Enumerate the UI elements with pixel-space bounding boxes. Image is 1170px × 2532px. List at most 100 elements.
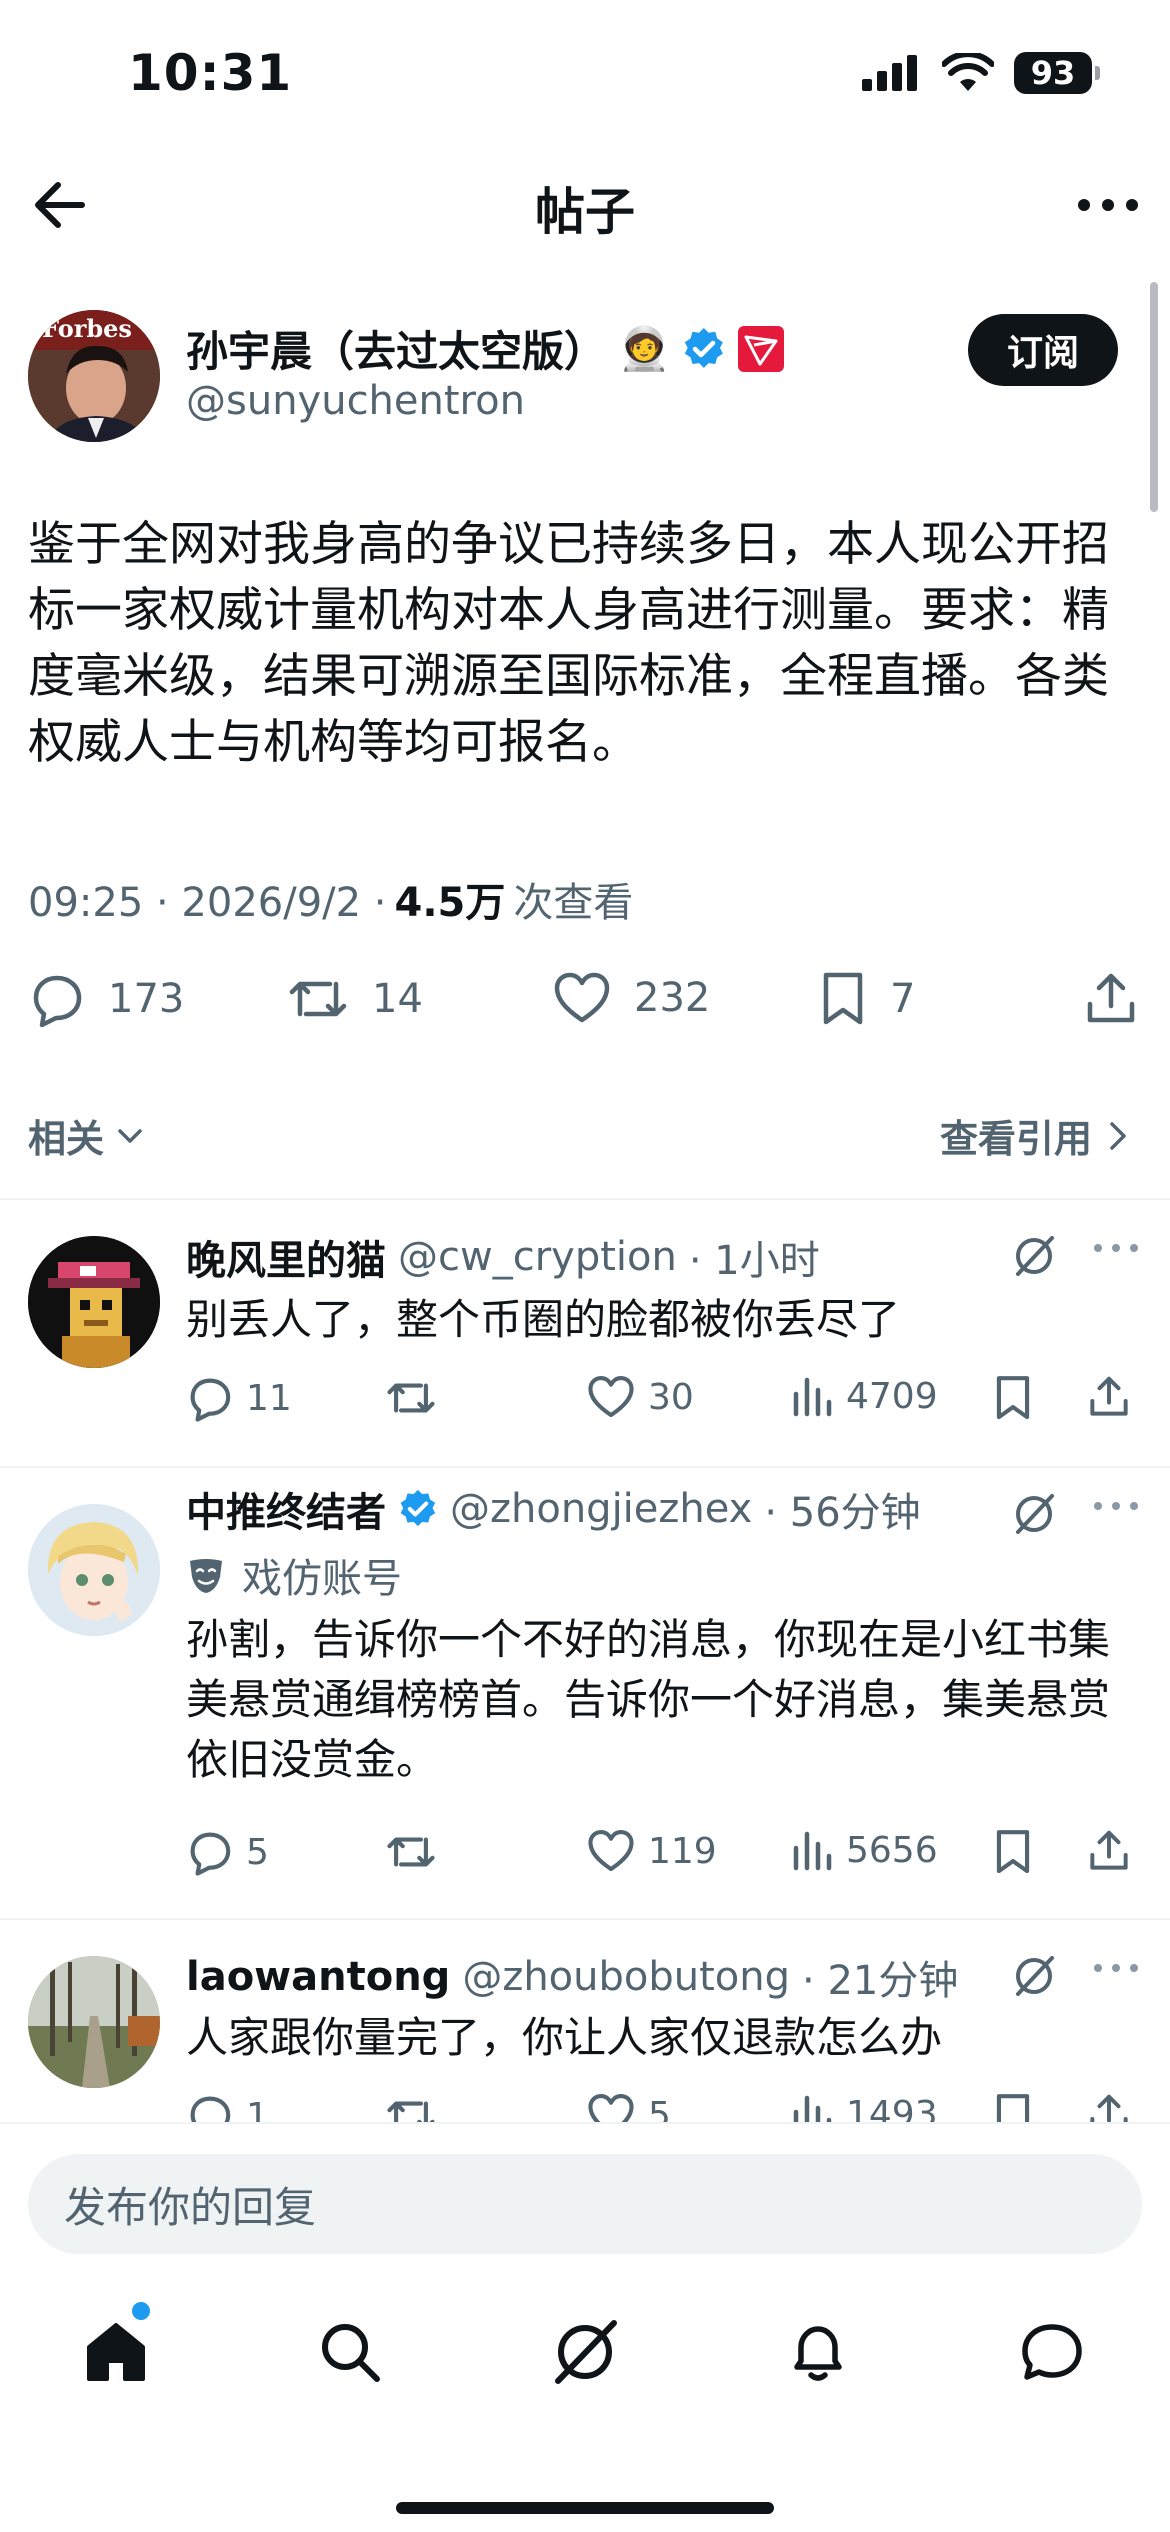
grok-button[interactable] <box>1010 1232 1058 1280</box>
tree-lined-path-avatar-image <box>28 1956 160 2088</box>
repost-icon <box>289 981 347 1017</box>
status-bar: 10:31 93 <box>0 0 1170 150</box>
scrollbar[interactable] <box>1150 282 1158 512</box>
reply-avatar[interactable] <box>28 1504 160 1636</box>
repost-count: 14 <box>372 976 423 1022</box>
grok-button[interactable] <box>1010 1952 1058 2000</box>
author-name[interactable]: 孙宇晨（去过太空版） <box>186 318 606 379</box>
reply-composer-bar: 发布你的回复 <box>0 2122 1170 2272</box>
verified-badge-icon <box>400 1489 436 1527</box>
reply-comment-action[interactable]: 11 <box>186 1374 292 1422</box>
bottom-navigation <box>0 2272 1170 2532</box>
more-options-button[interactable] <box>1076 180 1140 230</box>
reply-like-count: 119 <box>648 1830 717 1872</box>
reply-comment-action[interactable]: 5 <box>186 1828 269 1876</box>
wifi-icon <box>942 53 994 91</box>
reply-text: 人家跟你量完了，你让人家仅退款怎么办 <box>186 2013 943 2062</box>
nav-notifications[interactable] <box>778 2312 858 2392</box>
reply-more-button[interactable] <box>1092 1496 1140 1516</box>
post-body: 鉴于全网对我身高的争议已持续多日，本人现公开招标一家权威计量机构对本人身高进行测… <box>28 517 1109 770</box>
reply-author-handle[interactable]: @zhoubobutong <box>462 1954 790 2000</box>
reply-item[interactable]: 晚风里的猫 @cw_cryption · 1小时 别丢人了，整个币圈的脸都被你丢… <box>0 1198 1170 1466</box>
reply-repost-action[interactable] <box>384 1374 438 1422</box>
repost-action[interactable]: 14 <box>286 970 423 1028</box>
author-avatar[interactable]: Forbes <box>28 310 160 442</box>
theater-mask-icon <box>190 1559 222 1593</box>
reply-share-action[interactable] <box>1086 2092 1132 2122</box>
reply-like-action[interactable]: 5 <box>586 2092 671 2122</box>
views-bar-chart-icon <box>793 1831 832 1871</box>
reply-more-button[interactable] <box>1092 1238 1140 1258</box>
share-icon <box>1087 973 1135 1023</box>
reply-like-action[interactable]: 119 <box>586 1828 717 1874</box>
view-quotes-link[interactable]: 查看引用 <box>940 1108 1130 1163</box>
reply-time: · 1小时 <box>688 1238 820 1284</box>
reply-time: · 56分钟 <box>764 1490 921 1536</box>
reply-share-action[interactable] <box>1086 1828 1132 1874</box>
chevron-right-icon <box>1110 1121 1126 1150</box>
reply-header: 中推终结者 @zhongjiezhex · 56分钟 <box>186 1480 921 1538</box>
reply-bookmark-action[interactable] <box>992 1828 1034 1876</box>
share-icon <box>1090 2094 1128 2122</box>
reply-comment-action[interactable]: 1 <box>186 2092 269 2122</box>
comment-icon <box>33 975 82 1028</box>
reply-views-action[interactable]: 5656 <box>790 1828 938 1872</box>
home-icon <box>87 2323 145 2381</box>
views-bar-chart-icon <box>793 1377 832 1417</box>
grok-icon <box>1016 1236 1054 1276</box>
reply-item[interactable]: laowantong @zhoubobutong · 21分钟 人家跟你量完了，… <box>0 1918 1170 2122</box>
reply-item[interactable]: 中推终结者 @zhongjiezhex · 56分钟 戏仿账号 孙割，告诉你一个… <box>0 1466 1170 1918</box>
bookmark-icon <box>996 2094 1030 2122</box>
reply-share-action[interactable] <box>1086 1374 1132 1420</box>
subscribe-button[interactable]: 订阅 <box>968 314 1118 386</box>
nav-messages[interactable] <box>1012 2312 1092 2392</box>
bookmark-count: 7 <box>890 976 916 1022</box>
author-handle[interactable]: @sunyuchentron <box>186 378 525 424</box>
like-count: 232 <box>634 975 711 1021</box>
home-indicator[interactable] <box>396 2502 774 2514</box>
bookmark-action[interactable]: 7 <box>818 970 915 1028</box>
reply-action-bar: 5 119 5656 <box>0 1828 1170 1888</box>
reply-views-action[interactable]: 1493 <box>790 2092 938 2122</box>
reply-author-name[interactable]: laowantong <box>186 1954 450 2000</box>
like-action[interactable]: 232 <box>552 970 710 1026</box>
reply-views-action[interactable]: 4709 <box>790 1374 938 1418</box>
bookmark-icon <box>823 972 863 1025</box>
reply-input[interactable]: 发布你的回复 <box>28 2154 1142 2254</box>
reply-like-action[interactable]: 30 <box>586 1374 694 1420</box>
reply-header: 晚风里的猫 @cw_cryption · 1小时 <box>186 1228 820 1286</box>
post-timestamp[interactable]: 09:25 · 2026/9/2 · <box>28 880 387 926</box>
more-horizontal-icon <box>1094 1244 1138 1252</box>
nav-search[interactable] <box>310 2312 390 2392</box>
reply-repost-action[interactable] <box>384 1828 438 1876</box>
reply-author-handle[interactable]: @cw_cryption <box>398 1234 677 1280</box>
post-view-count: 4.5万 <box>394 880 506 926</box>
reply-more-button[interactable] <box>1092 1958 1140 1978</box>
reply-count: 173 <box>108 976 185 1022</box>
reply-header: laowantong @zhoubobutong · 21分钟 <box>186 1948 958 2006</box>
grok-icon <box>1016 1494 1054 1534</box>
reply-author-name[interactable]: 晚风里的猫 <box>186 1228 386 1286</box>
avatar-forbes-logo: Forbes <box>42 314 132 343</box>
reply-repost-action[interactable] <box>384 2092 438 2122</box>
nav-grok[interactable] <box>545 2312 625 2392</box>
view-quotes-label: 查看引用 <box>939 1117 1092 1161</box>
share-action[interactable] <box>1082 970 1140 1028</box>
reply-bookmark-action[interactable] <box>992 1374 1034 1422</box>
reply-author-handle[interactable]: @zhongjiezhex <box>450 1486 752 1532</box>
views-bar-chart-icon <box>793 2095 832 2122</box>
related-dropdown[interactable]: 相关 <box>28 1108 146 1163</box>
status-time: 10:31 <box>128 44 293 102</box>
reply-avatar[interactable] <box>28 1956 160 2088</box>
top-app-bar: 帖子 <box>0 150 1170 260</box>
reply-author-name[interactable]: 中推终结者 <box>186 1480 386 1538</box>
nav-home[interactable] <box>76 2312 156 2392</box>
comment-icon <box>190 2096 231 2122</box>
reply-avatar[interactable] <box>28 1236 160 1368</box>
grok-button[interactable] <box>1010 1490 1058 1538</box>
reply-action[interactable]: 173 <box>28 970 184 1028</box>
battery-indicator: 93 <box>1014 52 1100 94</box>
reply-bookmark-action[interactable] <box>992 2092 1034 2122</box>
related-row: 相关 查看引用 <box>0 1100 1170 1170</box>
reply-view-count: 4709 <box>846 1375 938 1417</box>
